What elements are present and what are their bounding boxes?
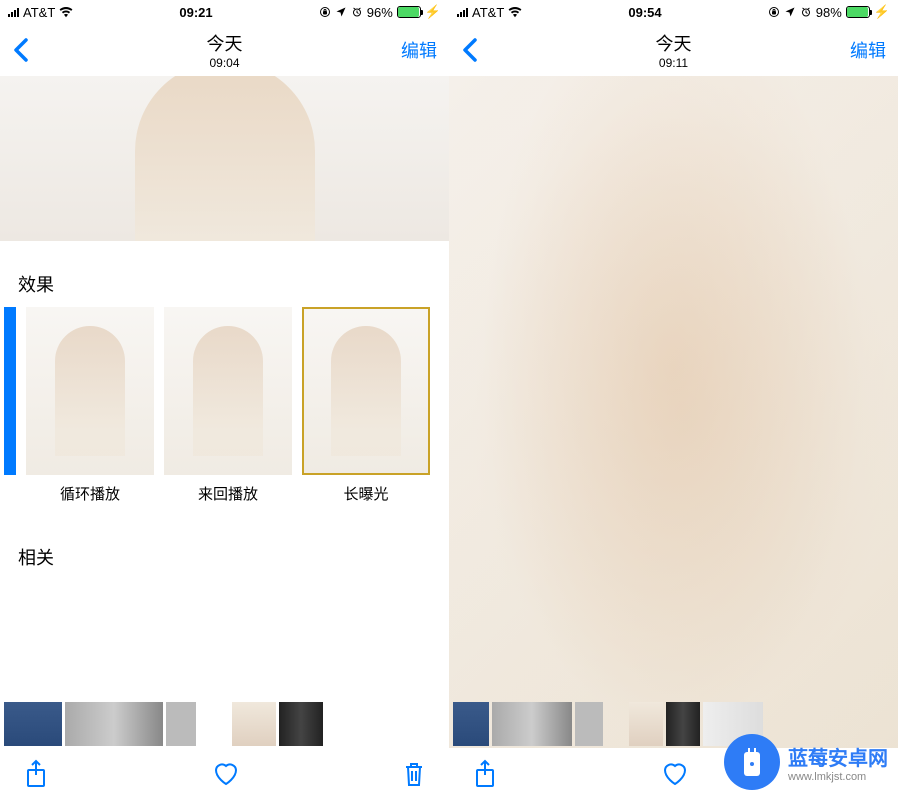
wifi-icon — [508, 5, 522, 19]
filmstrip-thumb[interactable] — [232, 702, 276, 746]
watermark-title: 蓝莓安卓网 — [788, 742, 888, 771]
related-label: 相关 — [0, 504, 449, 580]
nav-subtitle: 09:04 — [207, 56, 243, 70]
location-icon — [335, 6, 347, 18]
nav-bar: 今天 09:11 编辑 — [449, 24, 898, 76]
battery-percent: 96% — [367, 5, 393, 20]
nav-subtitle: 09:11 — [656, 56, 692, 70]
wifi-icon — [59, 5, 73, 19]
effect-label-bounce: 来回播放 — [198, 483, 258, 504]
filmstrip-thumb[interactable] — [453, 702, 489, 746]
filmstrip-thumb[interactable] — [4, 702, 62, 746]
screen-left: AT&T 09:21 96% ⚡ 今天 09:04 编辑 效果 循环播放 — [0, 0, 449, 800]
effect-thumb-bounce[interactable] — [164, 307, 292, 475]
status-time: 09:21 — [179, 5, 212, 20]
nav-bar: 今天 09:04 编辑 — [0, 24, 449, 76]
signal-icon — [457, 8, 468, 17]
watermark: 蓝莓安卓网 www.lmkjst.com — [724, 734, 888, 790]
share-icon[interactable] — [473, 759, 497, 789]
heart-icon[interactable] — [212, 761, 240, 787]
battery-icon — [397, 6, 421, 18]
battery-icon — [846, 6, 870, 18]
filmstrip-thumb[interactable] — [629, 702, 663, 746]
effects-row: 循环播放 来回播放 长曝光 — [0, 307, 449, 504]
effect-label-loop: 循环播放 — [60, 483, 120, 504]
effect-long-exposure[interactable]: 长曝光 — [302, 307, 430, 504]
edit-button[interactable]: 编辑 — [850, 37, 886, 63]
screen-right: AT&T 09:54 98% ⚡ 今天 09:11 编辑 — [449, 0, 898, 800]
location-icon — [784, 6, 796, 18]
filmstrip[interactable] — [0, 700, 449, 748]
filmstrip-thumb[interactable] — [666, 702, 700, 746]
back-button[interactable] — [461, 36, 479, 64]
lock-icon — [768, 6, 780, 18]
heart-icon[interactable] — [661, 761, 689, 787]
bottom-toolbar — [0, 748, 449, 800]
alarm-icon — [800, 6, 812, 18]
watermark-url: www.lmkjst.com — [788, 771, 866, 783]
edit-button[interactable]: 编辑 — [401, 37, 437, 63]
carrier-label: AT&T — [472, 5, 504, 20]
effect-label-long-exposure: 长曝光 — [343, 483, 388, 504]
nav-title: 今天 — [207, 30, 243, 56]
nav-title: 今天 — [656, 30, 692, 56]
filmstrip-thumb[interactable] — [492, 702, 572, 746]
back-button[interactable] — [12, 36, 30, 64]
effect-thumb-loop[interactable] — [26, 307, 154, 475]
effect-loop[interactable]: 循环播放 — [26, 307, 154, 504]
watermark-logo-icon — [724, 734, 780, 790]
trash-icon[interactable] — [403, 760, 425, 788]
filmstrip-thumb[interactable] — [279, 702, 323, 746]
effect-thumb-long-exposure[interactable] — [302, 307, 430, 475]
filmstrip-thumb[interactable] — [166, 702, 196, 746]
battery-percent: 98% — [816, 5, 842, 20]
signal-icon — [8, 8, 19, 17]
long-exposure-photo[interactable] — [449, 76, 898, 800]
filmstrip-thumb[interactable] — [65, 702, 163, 746]
status-time: 09:54 — [628, 5, 661, 20]
main-photo[interactable] — [0, 76, 449, 241]
lock-icon — [319, 6, 331, 18]
share-icon[interactable] — [24, 759, 48, 789]
effect-bounce[interactable]: 来回播放 — [164, 307, 292, 504]
carrier-label: AT&T — [23, 5, 55, 20]
effects-label: 效果 — [0, 241, 449, 307]
filmstrip-thumb[interactable] — [575, 702, 603, 746]
status-bar: AT&T 09:54 98% ⚡ — [449, 0, 898, 24]
charging-icon: ⚡ — [425, 4, 441, 20]
status-bar: AT&T 09:21 96% ⚡ — [0, 0, 449, 24]
alarm-icon — [351, 6, 363, 18]
charging-icon: ⚡ — [874, 4, 890, 20]
